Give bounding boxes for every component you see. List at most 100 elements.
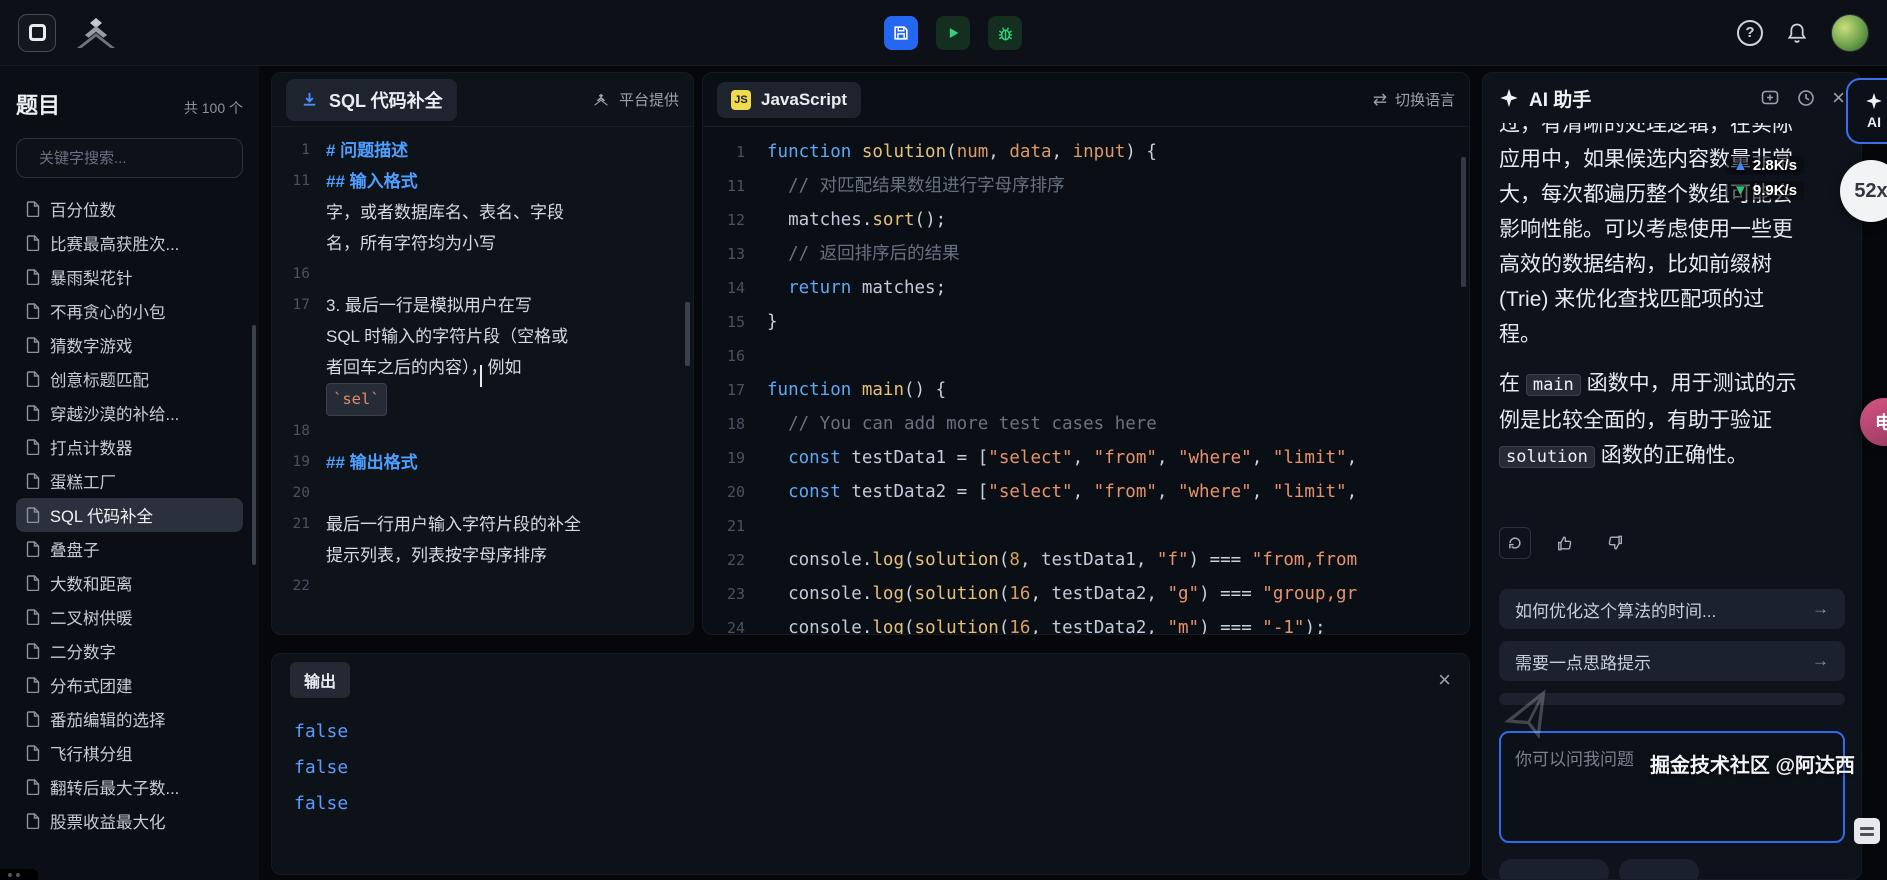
markdown-line: 11## 输入格式: [272, 166, 693, 197]
sidebar-item-label: 不再贪心的小包: [50, 299, 166, 323]
new-chat-icon[interactable]: [1760, 88, 1780, 108]
sidebar-item[interactable]: 飞行棋分组: [16, 736, 243, 770]
document-icon: [26, 677, 40, 693]
code-line: 15}: [703, 305, 1469, 339]
sidebar-item[interactable]: 大数和距离: [16, 566, 243, 600]
markdown-line: 者回车之后的内容），例如: [272, 352, 693, 383]
platform-mountain-icon: [591, 92, 611, 107]
sidebar-item[interactable]: 比赛最高获胜次...: [16, 226, 243, 260]
code-text: // 对匹配结果数组进行字母序排序: [767, 169, 1065, 203]
regenerate-button[interactable]: [1499, 527, 1531, 559]
search-input[interactable]: [37, 149, 240, 168]
document-icon: [26, 643, 40, 659]
markdown-text: 名，所有字符均为小写: [326, 228, 496, 259]
app-logo[interactable]: [18, 14, 56, 52]
code-text: return matches;: [767, 271, 946, 305]
sidebar-item[interactable]: 蛋糕工厂: [16, 464, 243, 498]
markdown-line: 22: [272, 571, 693, 602]
sidebar-item[interactable]: 不再贪心的小包: [16, 294, 243, 328]
save-icon: [892, 24, 910, 42]
problem-title-chip[interactable]: SQL 代码补全: [286, 79, 457, 121]
app-window: ? 题目 共 100 个 百分位数比赛最高获胜次...暴雨梨花针不再贪心的小包猜…: [0, 0, 1887, 880]
ai-message-text: 函数的正确性。: [1595, 444, 1748, 467]
save-button[interactable]: [884, 16, 918, 50]
juejin-logo[interactable]: [70, 16, 122, 50]
sidebar-scrollbar[interactable]: [252, 325, 256, 565]
side-floating-badge[interactable]: 电: [1860, 398, 1887, 446]
code-line: 19 const testData1 = ["select", "from", …: [703, 441, 1469, 475]
line-number: 16: [703, 339, 767, 373]
footer-pill[interactable]: [1619, 859, 1699, 880]
ai-input-box[interactable]: [1499, 731, 1845, 843]
thumbs-up-icon: [1556, 534, 1574, 552]
ime-indicator[interactable]: [1854, 818, 1880, 844]
download-speed: ▼ 9.9K/s: [1726, 181, 1804, 200]
code-lines: 1function solution(num, data, input) {11…: [703, 135, 1469, 634]
line-number: 16: [272, 259, 326, 290]
code-line: 16: [703, 339, 1469, 373]
markdown-line: 19## 输出格式: [272, 447, 693, 478]
sidebar-item-selected[interactable]: SQL 代码补全: [16, 498, 243, 532]
sidebar-item[interactable]: 番茄编辑的选择: [16, 702, 243, 736]
markdown-line: 16: [272, 259, 693, 290]
sidebar-item[interactable]: 暴雨梨花针: [16, 260, 243, 294]
code-editor[interactable]: 1function solution(num, data, input) {11…: [703, 127, 1469, 634]
code-text: const testData2 = ["select", "from", "wh…: [767, 475, 1357, 509]
suggested-question[interactable]: 需要一点思路提示→: [1499, 641, 1845, 681]
sidebar-item[interactable]: 叠盘子: [16, 532, 243, 566]
sidebar-item[interactable]: 二叉树供暖: [16, 600, 243, 634]
sidebar-item[interactable]: 穿越沙漠的补给...: [16, 396, 243, 430]
code-text: function main() {: [767, 373, 946, 407]
run-button[interactable]: [936, 16, 970, 50]
code-line: 17function main() {: [703, 373, 1469, 407]
refresh-icon: [1507, 535, 1523, 551]
sidebar-item[interactable]: 分布式团建: [16, 668, 243, 702]
line-number: 20: [272, 478, 326, 509]
sidebar-item[interactable]: 猜数字游戏: [16, 328, 243, 362]
sidebar-item[interactable]: 创意标题匹配: [16, 362, 243, 396]
ai-assistant-fab[interactable]: AI: [1846, 78, 1887, 144]
upload-arrow-icon: ▲: [1733, 157, 1748, 174]
switch-language-label: 切换语言: [1395, 89, 1455, 110]
notifications-bell-icon[interactable]: [1785, 21, 1809, 45]
suggested-question[interactable]: 如何优化这个算法的时间...→: [1499, 589, 1845, 629]
close-output-icon[interactable]: ×: [1438, 669, 1451, 691]
arrow-icon: →: [1812, 651, 1829, 671]
sidebar-item[interactable]: 二分数字: [16, 634, 243, 668]
line-number: 14: [703, 271, 767, 305]
thumbs-down-button[interactable]: [1599, 527, 1631, 559]
output-value: false: [294, 714, 1469, 750]
markdown-text: SQL 时输入的字符片段（空格或: [326, 321, 568, 352]
close-ai-icon[interactable]: ×: [1832, 87, 1845, 109]
thumbs-up-button[interactable]: [1549, 527, 1581, 559]
code-scrollbar[interactable]: [1461, 157, 1466, 287]
output-tab[interactable]: 输出: [290, 662, 350, 698]
language-tab[interactable]: JS JavaScript: [717, 82, 861, 118]
sidebar-title: 题目: [16, 88, 60, 120]
avatar[interactable]: [1831, 14, 1869, 52]
problem-scrollbar[interactable]: [685, 302, 690, 366]
code-line: 1function solution(num, data, input) {: [703, 135, 1469, 169]
sidebar-item[interactable]: 百分位数: [16, 192, 243, 226]
switch-language-button[interactable]: ⇄ 切换语言: [1373, 89, 1455, 110]
sidebar-item[interactable]: 打点计数器: [16, 430, 243, 464]
markdown-text: 最后一行用户输入字符片段的补全: [326, 509, 581, 540]
footer-pill[interactable]: [1499, 859, 1609, 880]
search-box[interactable]: [16, 138, 243, 178]
bug-icon: [996, 24, 1015, 43]
debug-button[interactable]: [988, 16, 1022, 50]
line-number: 19: [703, 441, 767, 475]
markdown-line: 20: [272, 478, 693, 509]
help-icon[interactable]: ?: [1737, 20, 1763, 46]
ai-title: AI 助手: [1529, 85, 1591, 112]
inline-code: solution: [1499, 446, 1595, 468]
history-icon[interactable]: [1796, 88, 1816, 108]
line-number: 18: [703, 407, 767, 441]
sidebar-item[interactable]: 翻转后最大子数...: [16, 770, 243, 804]
problem-count: 共 100 个: [184, 98, 243, 118]
problem-markdown-editor[interactable]: 1# 问题描述11## 输入格式字，或者数据库名、表名、字段名，所有字符均为小写…: [272, 127, 693, 634]
markdown-line: 字，或者数据库名、表名、字段: [272, 197, 693, 228]
code-line: 22 console.log(solution(8, testData1, "f…: [703, 543, 1469, 577]
markdown-text: 3. 最后一行是模拟用户在写: [326, 290, 532, 321]
sidebar-item[interactable]: 股票收益最大化: [16, 804, 243, 838]
